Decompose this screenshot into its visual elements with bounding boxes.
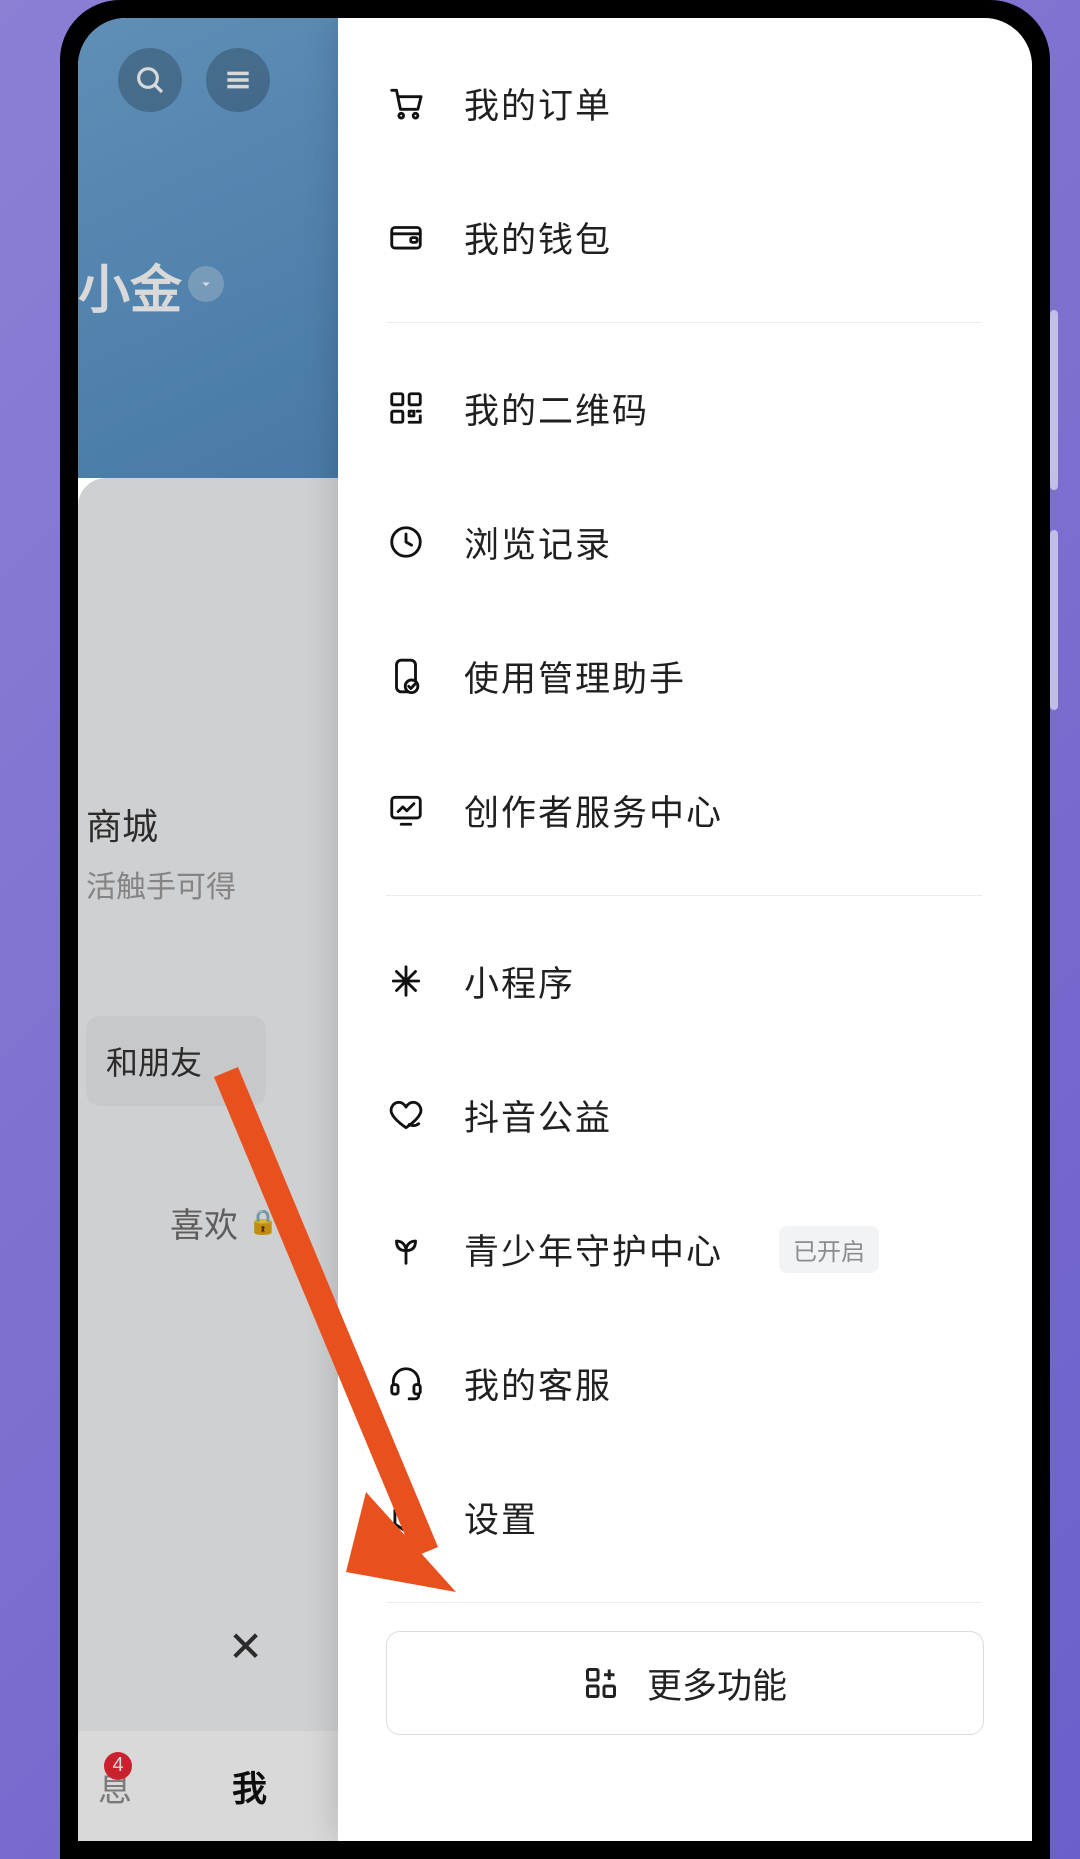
side-drawer: 我的订单 我的钱包 我的二维码 浏览记录 使用管理助手 创作者服务中心 小程序 bbox=[338, 18, 1032, 1841]
profile-username: 小金 bbox=[78, 248, 182, 323]
lock-icon: 🔒 bbox=[248, 1208, 278, 1237]
menu-label: 设置 bbox=[464, 1492, 538, 1543]
grid-plus-icon bbox=[583, 1665, 619, 1701]
nav-me[interactable]: 我 bbox=[232, 1761, 267, 1812]
menu-button[interactable] bbox=[206, 48, 270, 112]
menu-label: 我的客服 bbox=[464, 1358, 612, 1409]
menu-item-support[interactable]: 我的客服 bbox=[386, 1316, 1032, 1450]
headset-icon bbox=[386, 1363, 426, 1403]
menu-label: 青少年守护中心 bbox=[464, 1224, 723, 1275]
menu-label: 我的钱包 bbox=[464, 212, 612, 263]
nav-messages[interactable]: 息 4 bbox=[98, 1762, 132, 1811]
likes-tab[interactable]: 喜欢 🔒 bbox=[170, 1198, 278, 1247]
phone-frame: 小金 商城 活触手可得 和朋友 喜欢 🔒 可以获 ✕ bbox=[60, 0, 1050, 1859]
sprout-icon bbox=[386, 1229, 426, 1269]
hamburger-icon bbox=[222, 64, 254, 96]
menu-item-creator[interactable]: 创作者服务中心 bbox=[386, 743, 1032, 877]
likes-label: 喜欢 bbox=[170, 1198, 238, 1247]
menu-label: 创作者服务中心 bbox=[464, 785, 723, 836]
badge: 4 bbox=[104, 1752, 132, 1780]
menu-item-usage[interactable]: 使用管理助手 bbox=[386, 609, 1032, 743]
menu-item-charity[interactable]: 抖音公益 bbox=[386, 1048, 1032, 1182]
menu-item-orders[interactable]: 我的订单 bbox=[386, 36, 1032, 170]
menu-item-teen[interactable]: 青少年守护中心 已开启 bbox=[386, 1182, 1032, 1316]
phone-side-button bbox=[1050, 310, 1058, 490]
qr-icon bbox=[386, 388, 426, 428]
divider bbox=[386, 895, 982, 896]
divider bbox=[386, 322, 982, 323]
menu-item-settings[interactable]: 设置 bbox=[386, 1450, 1032, 1584]
cart-icon bbox=[386, 83, 426, 123]
phone-screen: 小金 商城 活触手可得 和朋友 喜欢 🔒 可以获 ✕ bbox=[78, 18, 1032, 1841]
menu-label: 使用管理助手 bbox=[464, 651, 686, 702]
close-button[interactable]: ✕ bbox=[228, 1622, 263, 1671]
divider bbox=[386, 1602, 982, 1603]
chevron-down-icon bbox=[197, 275, 215, 293]
menu-item-mini[interactable]: 小程序 bbox=[386, 914, 1032, 1048]
search-button[interactable] bbox=[118, 48, 182, 112]
menu-badge: 已开启 bbox=[779, 1226, 879, 1273]
profile-dropdown[interactable] bbox=[188, 266, 224, 302]
spark-icon bbox=[386, 961, 426, 1001]
menu-item-history[interactable]: 浏览记录 bbox=[386, 475, 1032, 609]
more-functions-button[interactable]: 更多功能 bbox=[386, 1631, 984, 1735]
menu-label: 小程序 bbox=[464, 956, 575, 1007]
search-icon bbox=[134, 64, 166, 96]
phone-side-button bbox=[1050, 530, 1058, 710]
menu-label: 我的二维码 bbox=[464, 383, 649, 434]
menu-item-wallet[interactable]: 我的钱包 bbox=[386, 170, 1032, 304]
friends-tab[interactable]: 和朋友 bbox=[86, 1016, 266, 1106]
chart-icon bbox=[386, 790, 426, 830]
menu-label: 我的订单 bbox=[464, 78, 612, 129]
phone-check-icon bbox=[386, 656, 426, 696]
hexgear-icon bbox=[386, 1497, 426, 1537]
heart-icon bbox=[386, 1095, 426, 1135]
clock-icon bbox=[386, 522, 426, 562]
menu-label: 抖音公益 bbox=[464, 1090, 612, 1141]
more-label: 更多功能 bbox=[647, 1658, 787, 1709]
menu-item-qrcode[interactable]: 我的二维码 bbox=[386, 341, 1032, 475]
wallet-icon bbox=[386, 217, 426, 257]
menu-label: 浏览记录 bbox=[464, 517, 612, 568]
